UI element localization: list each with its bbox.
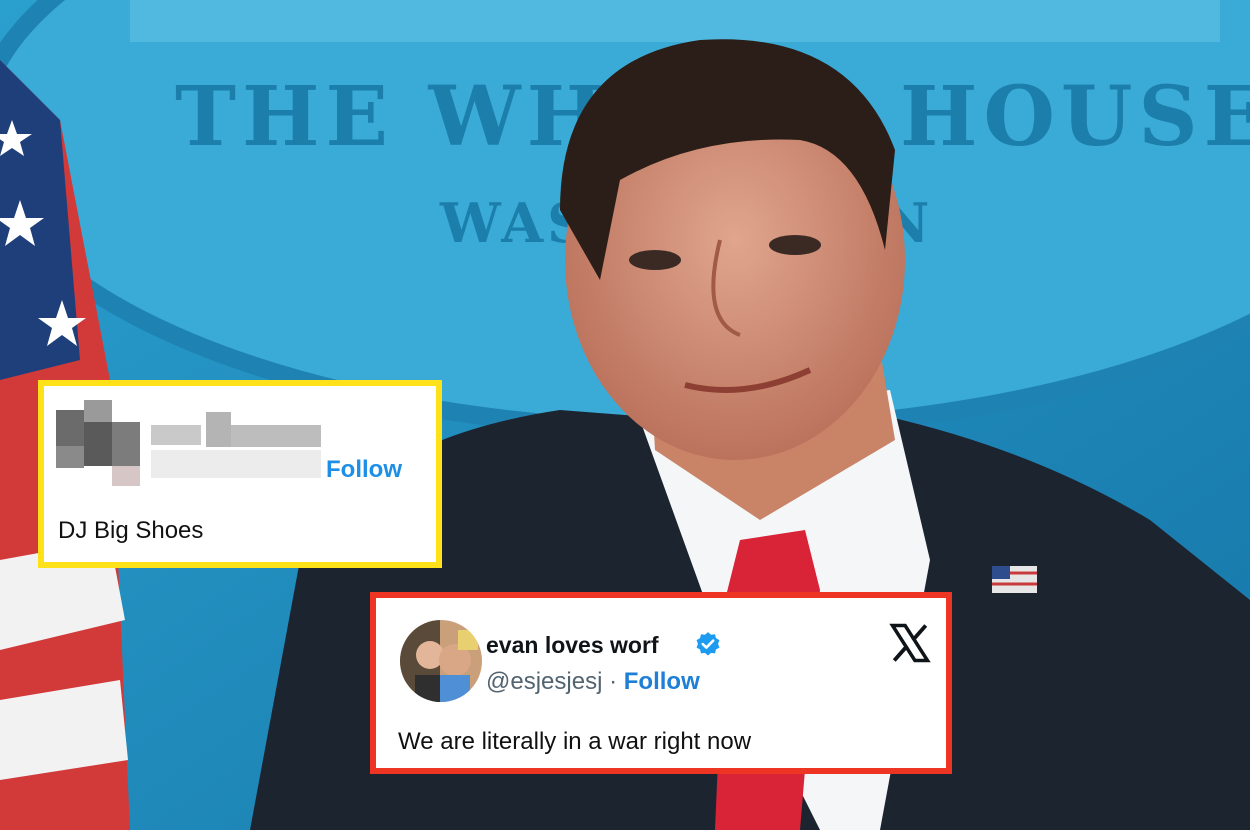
avatar-image [400,620,482,702]
tweet-card-blurred: Follow DJ Big Shoes [38,380,442,568]
verified-badge-icon [696,632,720,656]
blurred-author-avatar-and-name [56,400,321,486]
x-logo-icon[interactable] [888,622,932,664]
avatar[interactable] [400,620,482,702]
tweet-text: We are literally in a war right now [398,728,752,755]
author-handle[interactable]: @esjesjesj [486,668,602,695]
tweet-text: DJ Big Shoes [58,517,204,544]
follow-button[interactable]: Follow [326,456,402,484]
author-handle-row: @esjesjesj · Follow [486,668,700,696]
separator-dot: · [609,668,618,695]
tweet-card-evan: evan loves worf @esjesjesj · Follow We a… [370,592,952,774]
seal-text-line1: THE WH [175,69,610,165]
author-name[interactable]: evan loves worf [486,632,659,659]
follow-button[interactable]: Follow [624,668,700,695]
svg-text:HOUSE: HOUSE [900,69,1250,165]
